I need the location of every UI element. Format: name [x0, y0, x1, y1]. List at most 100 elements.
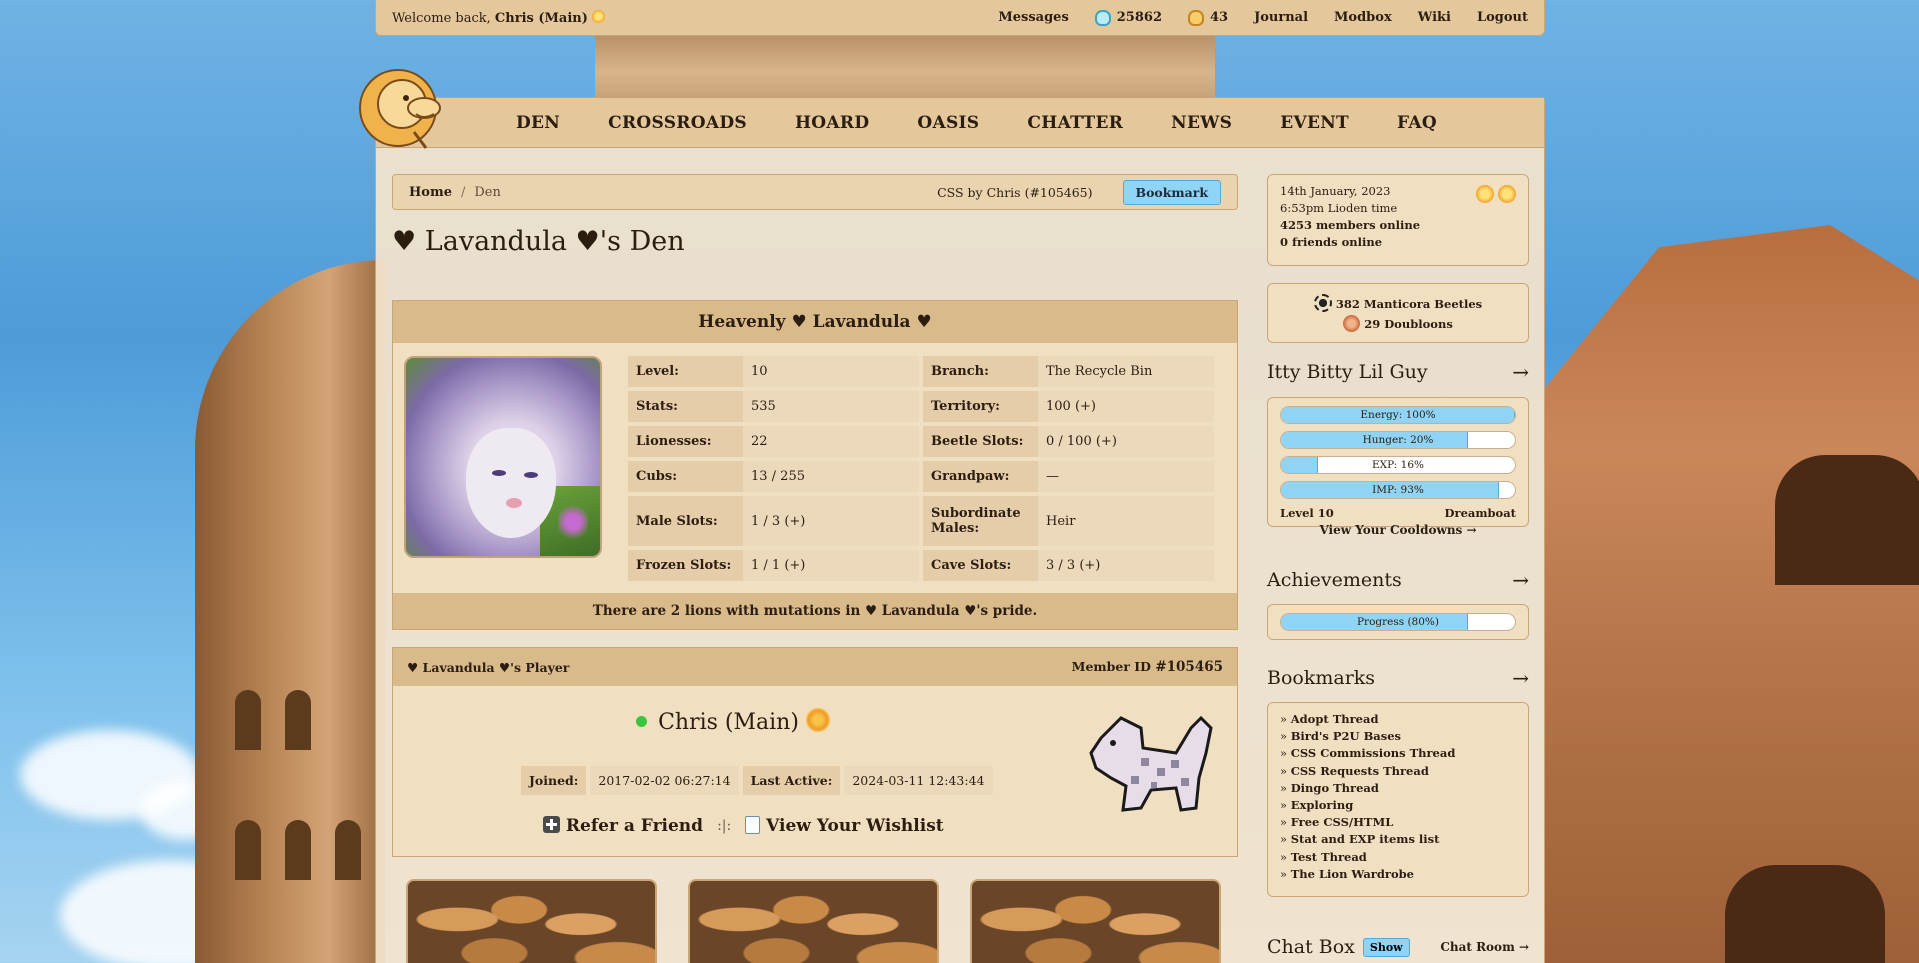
achievements-title-row[interactable]: Achievements → — [1267, 568, 1529, 592]
bar-label: EXP: 16% — [1371, 459, 1425, 471]
bookmarks-title: Bookmarks — [1267, 667, 1376, 689]
top-links: Messages 25862 43 Journal Modbox Wiki Lo… — [998, 9, 1528, 26]
refer-friend-label: Refer a Friend — [565, 816, 704, 836]
messages-link[interactable]: Messages — [998, 10, 1068, 25]
bookmark-item[interactable]: » CSS Commissions Thread — [1280, 745, 1516, 762]
nav-chatter[interactable]: CHATTER — [1003, 113, 1147, 133]
stat-value[interactable]: The Recycle Bin — [1038, 356, 1214, 387]
sun-icon — [592, 9, 605, 23]
lion-name[interactable]: Heavenly ♥ Lavandula ♥ — [393, 301, 1237, 343]
wiki-link[interactable]: Wiki — [1418, 10, 1451, 25]
player-header: ♥ Lavandula ♥'s Player Member ID #105465 — [393, 648, 1237, 686]
breadcrumb-home[interactable]: Home — [409, 185, 452, 200]
beetle-icon — [1094, 9, 1111, 26]
lion-thumbnail[interactable] — [970, 879, 1221, 963]
username-link[interactable]: Chris (Main) — [495, 11, 588, 26]
bookmark-label: Dingo Thread — [1290, 780, 1379, 795]
lion-thumbnail[interactable] — [688, 879, 939, 963]
bookmarks-box: » Adopt Thread » Bird's P2U Bases » CSS … — [1267, 702, 1529, 897]
cub-meta: Level 10 Dreamboat — [1280, 506, 1516, 520]
lion-face — [466, 428, 556, 538]
stat-value[interactable]: 3 / 3 (+) — [1038, 550, 1214, 581]
nav-den[interactable]: DEN — [492, 113, 584, 133]
stat-value[interactable]: 1 / 3 (+) — [743, 496, 919, 546]
achievements-title: Achievements — [1267, 569, 1402, 591]
bookmark-item[interactable]: » Bird's P2U Bases — [1280, 728, 1516, 745]
logout-link[interactable]: Logout — [1477, 10, 1528, 25]
modbox-link[interactable]: Modbox — [1334, 10, 1392, 25]
imp-bar: IMP: 93% — [1280, 481, 1516, 499]
player-pixel-avatar[interactable] — [1081, 698, 1221, 828]
bookmark-label: Stat and EXP items list — [1290, 832, 1440, 847]
flower — [558, 502, 588, 542]
doubloon-icon — [1343, 315, 1361, 332]
friends-online[interactable]: 0 friends online — [1280, 235, 1382, 249]
nav-faq[interactable]: FAQ — [1373, 113, 1461, 133]
beetles-link[interactable]: 25862 — [1094, 9, 1162, 26]
wishlist-link[interactable]: View Your Wishlist — [745, 816, 944, 836]
lion-logo-icon[interactable] — [354, 62, 450, 154]
members-online[interactable]: 4253 members online — [1280, 218, 1420, 232]
page-title: ♥ Lavandula ♥'s Den — [392, 226, 685, 257]
nav-event[interactable]: EVENT — [1256, 113, 1373, 133]
refer-friend-link[interactable]: Refer a Friend — [543, 816, 703, 836]
nav-news[interactable]: NEWS — [1147, 113, 1256, 133]
nav-oasis[interactable]: OASIS — [893, 113, 1003, 133]
player-name-text[interactable]: Chris (Main) — [658, 710, 799, 735]
bookmark-item[interactable]: » CSS Requests Thread — [1280, 763, 1516, 780]
gold-beetles-link[interactable]: 43 — [1188, 9, 1229, 26]
bookmark-item[interactable]: » The Lion Wardrobe — [1280, 866, 1516, 883]
energy-bar: Energy: 100% — [1280, 406, 1516, 424]
chat-room-link[interactable]: Chat Room → — [1440, 940, 1529, 954]
stat-value: 10 — [743, 356, 919, 387]
css-credit[interactable]: CSS by Chris (#105465) — [937, 185, 1092, 200]
eye — [524, 472, 538, 478]
stat-value: — — [1038, 461, 1214, 492]
stat-label: Level: — [628, 356, 743, 387]
plus-icon — [543, 816, 560, 833]
bookmark-item[interactable]: » Adopt Thread — [1280, 711, 1516, 728]
bookmark-button[interactable]: Bookmark — [1122, 179, 1221, 205]
bar-label: Energy: 100% — [1360, 409, 1436, 421]
bookmark-item[interactable]: » Test Thread — [1280, 849, 1516, 866]
eye — [492, 470, 506, 476]
bookmark-label: Free CSS/HTML — [1290, 815, 1394, 830]
bookmark-item[interactable]: » Exploring — [1280, 797, 1516, 814]
bookmarks-title-row[interactable]: Bookmarks → — [1267, 666, 1529, 690]
bookmark-item[interactable]: » Dingo Thread — [1280, 780, 1516, 797]
cooldowns-link[interactable]: View Your Cooldowns → — [1280, 523, 1516, 537]
arch — [335, 820, 361, 880]
wishlist-label: View Your Wishlist — [766, 816, 944, 836]
stat-value[interactable]: 100 (+) — [1038, 391, 1214, 422]
stat-value[interactable]: 0 / 100 (+) — [1038, 426, 1214, 457]
gold-beetles-count: 43 — [1210, 10, 1229, 25]
manticora-beetles: 382 Manticora Beetles — [1335, 297, 1483, 311]
background-colosseum-left — [195, 260, 385, 963]
bookmark-item[interactable]: » Stat and EXP items list — [1280, 831, 1516, 848]
breadcrumb-separator: / — [460, 184, 466, 200]
member-id-label: Member ID — [1071, 659, 1151, 674]
lion-thumbnail[interactable] — [406, 879, 657, 963]
bookmark-item[interactable]: » Free CSS/HTML — [1280, 814, 1516, 831]
cub-title-row[interactable]: Itty Bitty Lil Guy → — [1267, 360, 1529, 384]
mutations-notice: There are 2 lions with mutations in ♥ La… — [393, 593, 1237, 629]
chat-show-button[interactable]: Show — [1362, 937, 1410, 957]
lion-avatar[interactable] — [404, 356, 602, 558]
arch — [285, 690, 311, 750]
action-divider: :|: — [717, 818, 732, 834]
stat-value[interactable]: 1 / 1 (+) — [743, 550, 919, 581]
main-nav: DEN CROSSROADS HOARD OASIS CHATTER NEWS … — [376, 98, 1544, 148]
manticora-beetle-icon — [1313, 294, 1332, 312]
nav-crossroads[interactable]: CROSSROADS — [584, 113, 771, 133]
journal-link[interactable]: Journal — [1254, 10, 1308, 25]
sun-icon — [1476, 185, 1494, 203]
member-id: Member ID #105465 — [1072, 659, 1223, 675]
stat-value: 535 — [743, 391, 919, 422]
doubloons-row: 29 Doubloons — [1280, 314, 1516, 334]
nav-hoard[interactable]: HOARD — [771, 113, 893, 133]
page-icon — [745, 816, 761, 834]
bookmark-label: Bird's P2U Bases — [1290, 729, 1402, 744]
stat-label: Frozen Slots: — [628, 550, 743, 581]
cub-level: Level 10 — [1280, 506, 1334, 520]
background-colosseum-right — [1545, 225, 1919, 963]
